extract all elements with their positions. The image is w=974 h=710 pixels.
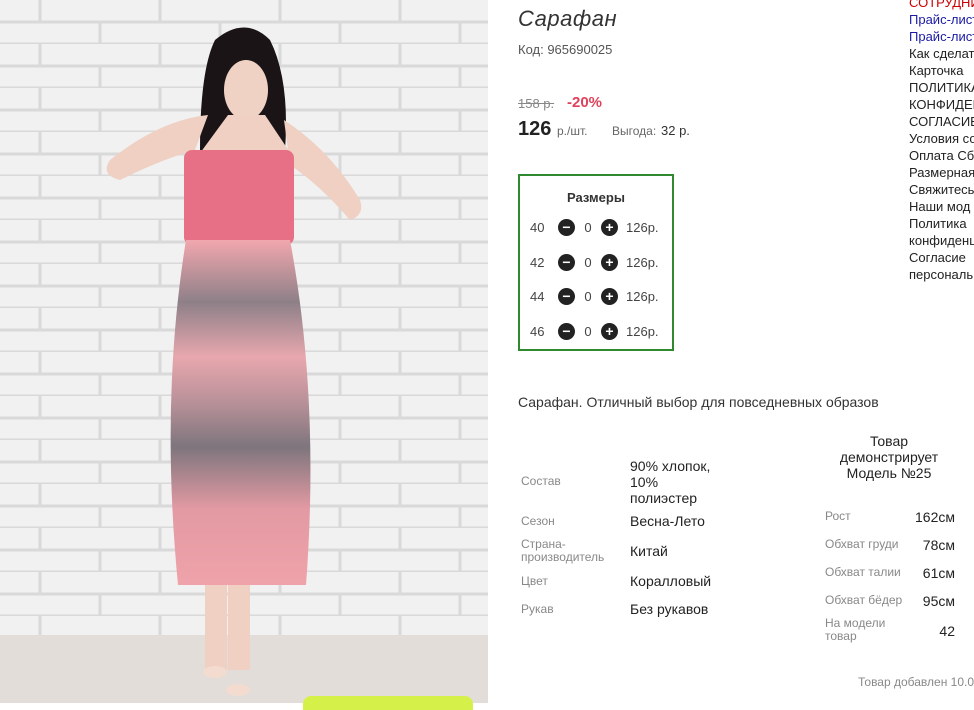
model-param-value: 95см	[922, 593, 955, 609]
price-unit: р./шт.	[557, 124, 588, 138]
size-value: 40	[530, 219, 545, 235]
property-label: Сезон	[521, 514, 555, 528]
size-price: 126р.	[626, 254, 659, 270]
minus-circle-icon[interactable]: −	[558, 253, 575, 271]
menu-link[interactable]: КОНФИДЕН	[909, 96, 974, 113]
size-price: 126р.	[626, 323, 659, 339]
model-param-label: Обхват талии	[825, 565, 901, 579]
discount-badge: -20%	[567, 94, 603, 111]
model-param-value: 78см	[922, 537, 955, 553]
menu-link[interactable]: персональ	[909, 266, 974, 283]
product-photo[interactable]	[0, 0, 488, 703]
sizes-title: Размеры	[567, 190, 625, 205]
menu-link[interactable]: Прайс-лист	[909, 28, 974, 45]
size-price: 126р.	[626, 219, 659, 235]
size-row: 42 − 0 + 126р.	[530, 252, 659, 272]
size-quantity[interactable]: 0	[575, 220, 601, 235]
menu-link[interactable]: Условия со	[909, 130, 974, 147]
property-value: Китай	[630, 543, 668, 559]
menu-link[interactable]: Наши мод	[909, 198, 974, 215]
plus-circle-icon[interactable]: +	[601, 322, 618, 340]
menu-link[interactable]: Как сделать	[909, 45, 974, 62]
model-param-label: Обхват груди	[825, 537, 899, 551]
model-title: Товар демонстрирует Модель №25	[839, 433, 939, 481]
product-description: Сарафан. Отличный выбор для повседневных…	[518, 394, 879, 410]
size-quantity[interactable]: 0	[575, 324, 601, 339]
property-value: Весна-Лето	[630, 513, 705, 529]
model-param-label: Обхват бёдер	[825, 593, 903, 607]
plus-circle-icon[interactable]: +	[601, 287, 618, 305]
old-price: 158 р.	[518, 96, 555, 111]
property-label: Рукав	[521, 602, 554, 616]
menu-link[interactable]: Согласие	[909, 249, 974, 266]
size-row: 44 − 0 + 126р.	[530, 286, 659, 306]
model-param-label: Рост	[825, 509, 851, 523]
property-value: Без рукавов	[630, 601, 709, 617]
size-row: 46 − 0 + 126р.	[530, 321, 659, 341]
property-value: Коралловый	[630, 573, 712, 589]
minus-circle-icon[interactable]: −	[558, 218, 575, 236]
product-title: Сарафан	[518, 6, 618, 31]
menu-link[interactable]: Политика	[909, 215, 974, 232]
size-row: 40 − 0 + 126р.	[530, 217, 659, 237]
property-label: Цвет	[521, 574, 548, 588]
profit-label: Выгода:	[612, 124, 657, 138]
minus-circle-icon[interactable]: −	[558, 322, 575, 340]
model-param-value: 42	[939, 623, 955, 639]
added-date: Товар добавлен 10.0	[858, 675, 974, 689]
model-param-label: На модели товар	[825, 616, 886, 643]
size-value: 42	[530, 254, 545, 270]
property-value: 90% хлопок, 10% полиэстер	[630, 458, 711, 506]
menu-link[interactable]: ПОЛИТИКА	[909, 79, 974, 96]
price: 126	[518, 118, 552, 140]
sizes-box: Размеры 40 − 0 + 126р. 42 − 0 + 126р. 44…	[518, 174, 674, 351]
minus-circle-icon[interactable]: −	[558, 287, 575, 305]
menu-link[interactable]: СОТРУДНИ	[909, 0, 974, 11]
add-to-cart-button-edge[interactable]	[303, 696, 473, 710]
size-price: 126р.	[626, 288, 659, 304]
right-menu: СОТРУДНИ Прайс-лист Прайс-лист Как сдела…	[909, 0, 974, 283]
menu-link[interactable]: Свяжитесь	[909, 181, 974, 198]
menu-link[interactable]: Прайс-лист	[909, 11, 974, 28]
menu-link[interactable]: Оплата Сб	[909, 147, 974, 164]
size-quantity[interactable]: 0	[575, 255, 601, 270]
size-value: 46	[530, 323, 545, 339]
menu-link[interactable]: Карточка	[909, 62, 974, 79]
menu-link[interactable]: конфиденц	[909, 232, 974, 249]
size-value: 44	[530, 288, 545, 304]
size-quantity[interactable]: 0	[575, 289, 601, 304]
product-image	[0, 0, 488, 703]
model-param-value: 162см	[915, 509, 955, 525]
menu-link[interactable]: Размерная	[909, 164, 974, 181]
profit-value: 32 р.	[661, 123, 690, 138]
property-label: Состав	[521, 474, 561, 488]
plus-circle-icon[interactable]: +	[601, 253, 618, 271]
property-label: Страна-производитель	[521, 537, 605, 564]
model-param-value: 61см	[922, 565, 955, 581]
plus-circle-icon[interactable]: +	[601, 218, 618, 236]
menu-link[interactable]: СОГЛАСИЕ	[909, 113, 974, 130]
product-code: Код: 965690025	[518, 42, 613, 57]
